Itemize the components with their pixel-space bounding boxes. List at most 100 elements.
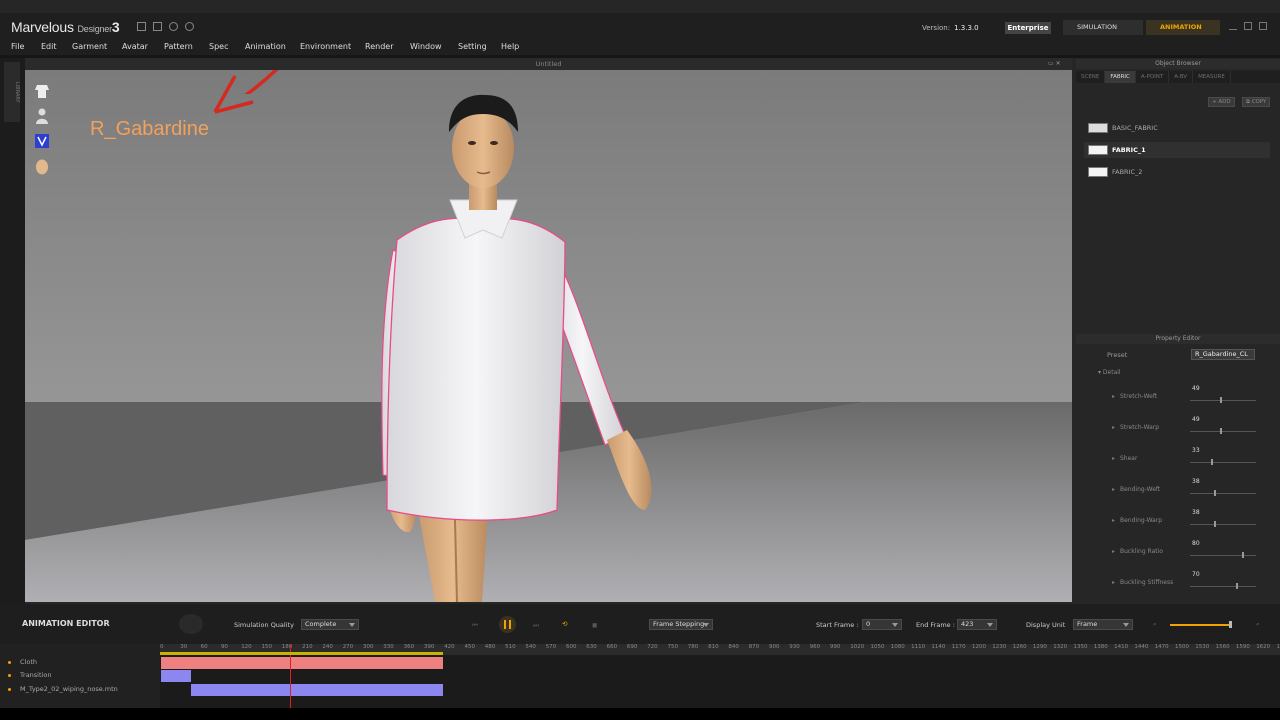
prop-slider-track[interactable] [1190,555,1256,556]
timeline-tick: 1050 [870,644,885,650]
3d-viewport[interactable]: R_Gabardine [25,70,1072,602]
prop-slider-thumb[interactable] [1220,397,1222,403]
prop-value[interactable]: 80 [1192,540,1200,547]
viewport-window-controls[interactable]: ▭ ✕ [1048,60,1061,67]
timeline-tick: 540 [525,644,536,650]
zoom-out-icon[interactable]: ⌕ [1153,620,1157,629]
timeline-tick: 630 [586,644,597,650]
track-motion[interactable]: M_Type2_02_wiping_nose.mtn [0,683,160,696]
simulation-mode-button[interactable]: SIMULATION [1063,20,1143,35]
start-frame-label: Start Frame : [816,621,859,629]
frame-stepping-dropdown[interactable]: Frame Stepping [649,619,713,630]
copy-fabric-button[interactable]: ⧉ COPY [1242,97,1271,107]
rec-icon[interactable]: ◼ [592,621,597,629]
tab-measure[interactable]: MEASURE [1193,71,1231,83]
skip-forward-icon[interactable]: ⏭ [533,621,539,630]
track-transition[interactable]: Transition [0,669,160,682]
menu-window[interactable]: Window [410,42,442,51]
timeline-tick: 1110 [911,644,926,650]
timeline-scrollbar[interactable] [0,708,1280,720]
menu-pattern[interactable]: Pattern [164,42,193,51]
timeline-tick: 900 [769,644,780,650]
prop-slider-track[interactable] [1190,524,1256,525]
avatar-view-icon[interactable] [33,107,51,125]
track-cloth[interactable]: Cloth [0,656,160,669]
garment-view-icon[interactable] [33,82,51,100]
loop-icon[interactable]: ⟲ [562,620,567,628]
timeline-tick: 720 [647,644,658,650]
prop-slider-track[interactable] [1190,431,1256,432]
menu-file[interactable]: File [11,42,24,51]
fabric-item-basic[interactable]: BASIC_FABRIC [1084,120,1270,136]
preset-dropdown[interactable]: R_Gabardine_CL [1191,349,1255,360]
end-frame-input[interactable]: 423 [957,619,997,630]
prop-slider-thumb[interactable] [1236,583,1238,589]
tab-scene[interactable]: SCENE [1076,71,1106,83]
motion-clip[interactable] [191,684,443,696]
display-unit-dropdown[interactable]: Frame [1073,619,1133,630]
prop-slider-track[interactable] [1190,400,1256,401]
menu-animation[interactable]: Animation [245,42,286,51]
menu-edit[interactable]: Edit [41,42,57,51]
prop-slider-thumb[interactable] [1214,490,1216,496]
skip-back-icon[interactable]: ⏮ [472,621,478,630]
redo-icon[interactable] [185,22,194,31]
prop-value[interactable]: 38 [1192,509,1200,516]
fabric-item-1[interactable]: FABRIC_1 [1084,142,1270,158]
undo-icon[interactable] [169,22,178,31]
transition-clip[interactable] [161,670,191,682]
prop-slider-thumb[interactable] [1242,552,1244,558]
prop-value[interactable]: 70 [1192,571,1200,578]
menu-render[interactable]: Render [365,42,393,51]
prop-label: Stretch-Warp [1120,424,1160,431]
version-value: 1.3.3.0 [954,24,979,32]
menu-setting[interactable]: Setting [458,42,487,51]
pause-button[interactable] [499,616,516,633]
timeline-tick: 690 [626,644,638,650]
skin-view-icon[interactable] [33,158,51,176]
prop-slider-thumb[interactable] [1211,459,1213,465]
preset-row: Preset R_Gabardine_CL [1076,348,1280,362]
zoom-in-icon[interactable]: ⌕ [1256,620,1260,629]
prop-value[interactable]: 33 [1192,447,1200,454]
prop-value[interactable]: 38 [1192,478,1200,485]
timeline-tick: 1020 [850,644,865,650]
close-icon[interactable] [1259,22,1267,30]
menu-help[interactable]: Help [501,42,519,51]
tab-a-bv[interactable]: A-BV [1169,71,1194,83]
minimize-icon[interactable] [1229,22,1237,30]
prop-slider-track[interactable] [1190,493,1256,494]
menu-avatar[interactable]: Avatar [122,42,148,51]
tab-a-point[interactable]: A-POINT [1136,71,1170,83]
menu-environment[interactable]: Environment [300,42,351,51]
add-fabric-button[interactable]: + ADD [1208,97,1235,107]
timeline-tick: 1650 [1276,644,1280,650]
timeline-tick: 1260 [1012,644,1027,650]
tab-fabric[interactable]: FABRIC [1105,71,1136,83]
sim-quality-dropdown[interactable]: Complete [301,619,359,630]
record-camera-icon[interactable] [179,614,203,634]
prop-slider-thumb[interactable] [1220,428,1222,434]
prop-value[interactable]: 49 [1192,385,1200,392]
zoom-slider-thumb[interactable] [1229,621,1232,628]
menu-garment[interactable]: Garment [72,42,107,51]
pattern-view-icon[interactable] [33,132,51,150]
prop-value[interactable]: 49 [1192,416,1200,423]
start-frame-input[interactable]: 0 [862,619,902,630]
maximize-icon[interactable] [1244,22,1252,30]
detail-section[interactable]: ▾ Detail [1098,369,1121,376]
prop-slider-thumb[interactable] [1214,521,1216,527]
save-icon[interactable] [137,22,146,31]
fabric-item-2[interactable]: FABRIC_2 [1084,164,1270,180]
add-label: ADD [1218,99,1231,105]
zoom-slider[interactable] [1170,624,1232,626]
prop-slider-track[interactable] [1190,586,1256,587]
animation-mode-button[interactable]: ANIMATION [1146,20,1220,35]
cloth-clip[interactable] [161,657,443,669]
3d-scene[interactable] [25,70,1072,602]
prop-slider-track[interactable] [1190,462,1256,463]
menu-spec[interactable]: Spec [209,42,228,51]
timeline-tick: 780 [687,644,699,650]
library-tab[interactable]: LIBRARY [4,62,20,122]
open-icon[interactable] [153,22,162,31]
